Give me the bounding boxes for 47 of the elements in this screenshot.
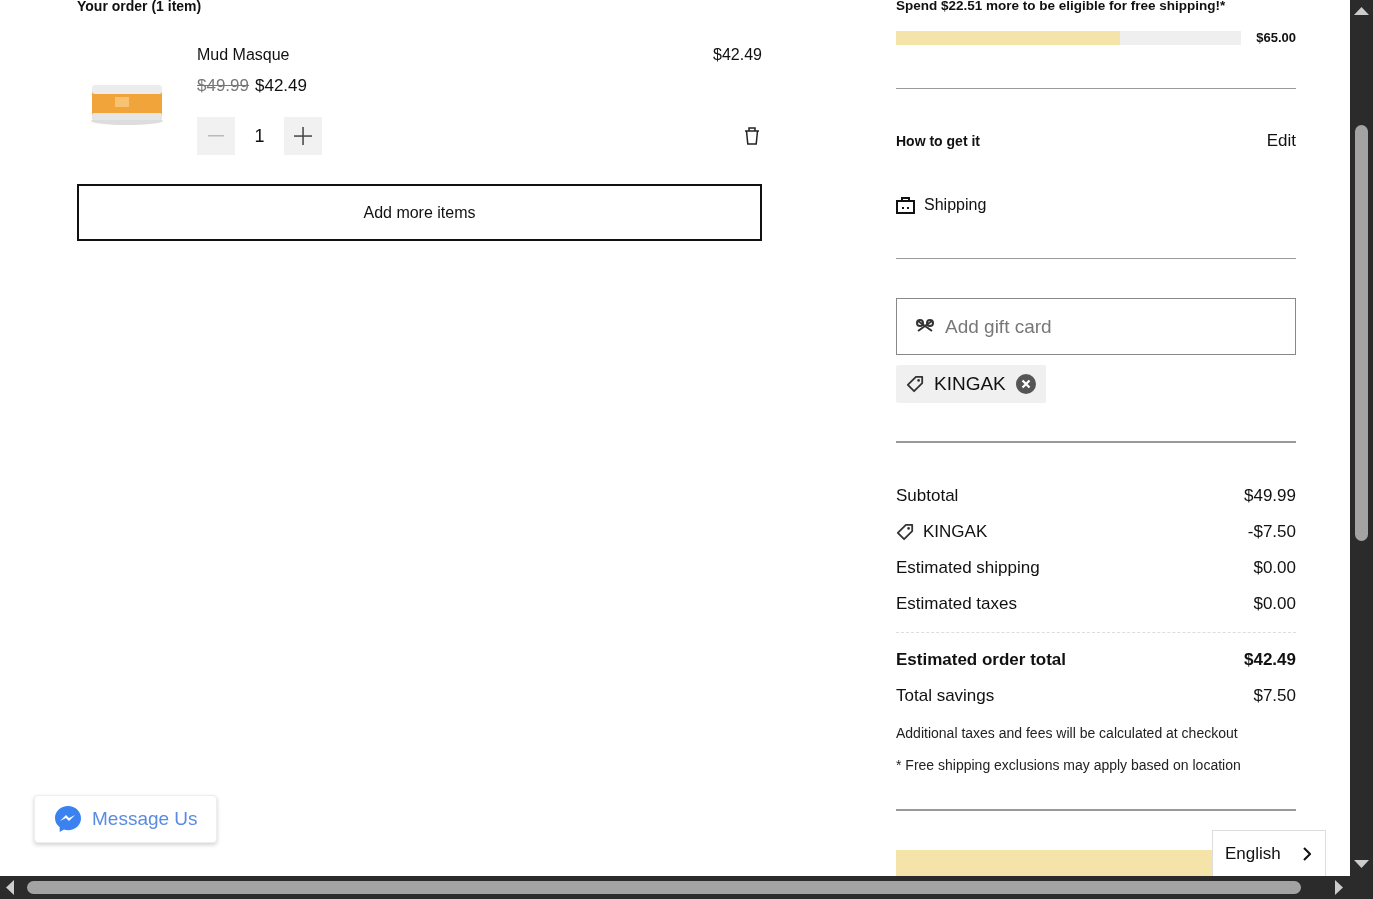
add-more-items-button[interactable]: Add more items: [77, 184, 762, 241]
trash-icon[interactable]: [743, 126, 761, 146]
scroll-down-icon[interactable]: [1354, 859, 1369, 869]
line-total: $42.49: [713, 45, 762, 65]
language-selector[interactable]: English: [1212, 830, 1326, 876]
summary-value: $0.00: [1253, 557, 1296, 579]
increase-button[interactable]: [284, 117, 322, 155]
scroll-right-icon[interactable]: [1334, 880, 1344, 895]
summary-value: $0.00: [1253, 593, 1296, 615]
bag-icon: [896, 195, 915, 214]
remove-icon[interactable]: [1015, 374, 1036, 394]
summary-label: KINGAK: [923, 521, 988, 543]
scrollbar-thumb[interactable]: [1355, 125, 1368, 541]
scrollbar-thumb[interactable]: [27, 881, 1301, 894]
checkout-button[interactable]: [896, 850, 1212, 876]
summary-note: * Free shipping exclusions may apply based on location: [896, 757, 1242, 773]
summary-value: $49.99: [1244, 485, 1296, 507]
gift-card-field[interactable]: Add gift card: [896, 298, 1296, 355]
total-label: Estimated order total: [896, 649, 1067, 671]
bow-icon: [915, 319, 935, 333]
order-heading: Your order (1 item): [77, 0, 203, 14]
summary-label: Estimated taxes: [896, 593, 1017, 615]
summary-note: Additional taxes and fees will be calculated at checkout: [896, 725, 1239, 741]
sale-price: $42.49: [255, 75, 307, 97]
savings-value: $7.50: [1253, 685, 1296, 707]
minus-icon: [208, 135, 224, 137]
scroll-left-icon[interactable]: [5, 880, 15, 895]
summary-label: Subtotal: [896, 485, 959, 507]
summary-value: -$7.50: [1247, 521, 1296, 543]
summary-label: Estimated shipping: [896, 557, 1040, 579]
chevron-right-icon: [1303, 846, 1311, 861]
quantity-value: 1: [253, 125, 266, 147]
product-name[interactable]: Mud Masque: [197, 45, 290, 65]
plus-icon: [294, 127, 312, 145]
edit-link[interactable]: Edit: [1266, 131, 1296, 151]
tag-icon: [906, 375, 924, 393]
original-price: $49.99: [197, 75, 249, 97]
tag-icon: [896, 523, 914, 541]
savings-label: Total savings: [896, 685, 995, 707]
free-shipping-message: Spend $22.51 more to be eligible for free shipping!*: [896, 0, 1227, 14]
promo-code: KINGAK: [934, 373, 1006, 395]
scroll-up-icon[interactable]: [1354, 6, 1369, 16]
messenger-icon: [53, 804, 83, 834]
fulfillment-heading: How to get it: [896, 133, 980, 149]
shipping-method: Shipping: [924, 195, 987, 214]
threshold-amount: $65.00: [1256, 30, 1296, 45]
total-value: $42.49: [1244, 649, 1296, 671]
